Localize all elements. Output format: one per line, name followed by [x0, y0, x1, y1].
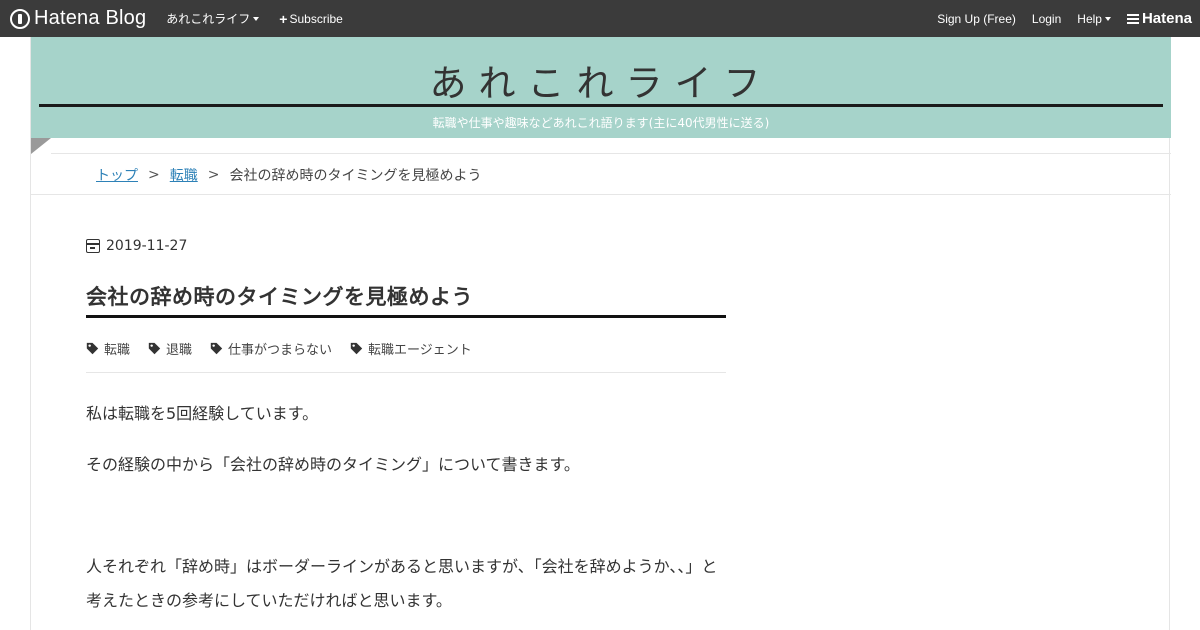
hatena-blog-logo[interactable]: Hatena Blog [10, 0, 146, 37]
category-tag-label: 転職 [104, 342, 131, 358]
header-corner-decoration [31, 138, 51, 154]
entry-date[interactable]: 2019-11-27 [86, 237, 726, 255]
blog-description: 転職や仕事や趣味などあれこれ語ります(主に40代男性に送る) [432, 116, 770, 130]
subscribe-label: Subscribe [289, 11, 343, 26]
hatena-blog-logo-icon [10, 8, 30, 29]
breadcrumb-divider [31, 194, 1171, 195]
subscribe-button[interactable]: + Subscribe [279, 12, 343, 26]
entry-content: 私は転職を5回経験しています。 その経験の中から「会社の辞め時のタイミング」につ… [86, 397, 726, 618]
login-link[interactable]: Login [1032, 12, 1061, 26]
entry-title[interactable]: 会社の辞め時のタイミングを見極めよう [86, 281, 726, 318]
blog-menu-label: あれこれライフ [166, 12, 251, 26]
entry-date-text: 2019-11-27 [106, 238, 188, 254]
article: 2019-11-27 会社の辞め時のタイミングを見極めよう 転職 退職 仕事がつ… [86, 237, 726, 630]
hatena-logo[interactable]: Hatena [1126, 10, 1192, 27]
category-tag[interactable]: 転職 [86, 339, 130, 358]
hatena-logo-text: Hatena [1141, 10, 1192, 27]
entry-categories: 転職 退職 仕事がつまらない 転職エージェント [86, 338, 726, 358]
breadcrumb-separator: > [207, 167, 220, 183]
category-tag-label: 退職 [166, 342, 193, 358]
blog-container: あれこれライフ 転職や仕事や趣味などあれこれ語ります(主に40代男性に送る) ト… [30, 37, 1171, 630]
category-tag-label: 仕事がつまらない [228, 342, 333, 358]
signup-link[interactable]: Sign Up (Free) [937, 12, 1016, 26]
tag-icon [148, 342, 161, 354]
caret-down-icon [1104, 16, 1111, 21]
plus-icon: + [279, 10, 288, 27]
tag-icon [350, 342, 363, 354]
category-tag[interactable]: 仕事がつまらない [210, 339, 332, 358]
blog-menu-dropdown[interactable]: あれこれライフ [166, 10, 260, 27]
category-tag-label: 転職エージェント [368, 342, 472, 358]
signup-label: Sign Up (Free) [937, 11, 1016, 26]
login-label: Login [1031, 11, 1062, 26]
breadcrumb: トップ > 転職 > 会社の辞め時のタイミングを見極めよう [96, 165, 481, 185]
hatena-blog-logo-text: Hatena Blog [34, 7, 147, 29]
help-dropdown[interactable]: Help [1077, 12, 1111, 26]
header-divider [39, 104, 1163, 107]
breadcrumb-category-link[interactable]: 転職 [170, 165, 198, 185]
tag-icon [210, 342, 223, 354]
entry-paragraph: 私は転職を5回経験しています。 [86, 404, 319, 423]
entry-paragraph: その経験の中から「会社の辞め時のタイミング」について書きます。 [86, 455, 580, 474]
global-header-left: Hatena Blog あれこれライフ + Subscribe [0, 0, 343, 37]
caret-down-icon [253, 16, 260, 21]
calendar-icon [86, 239, 100, 253]
blog-header: あれこれライフ 転職や仕事や趣味などあれこれ語ります(主に40代男性に送る) [31, 37, 1171, 138]
tag-icon [86, 342, 99, 354]
global-header-bar: Hatena Blog あれこれライフ + Subscribe Sign Up … [0, 0, 1200, 37]
category-tag[interactable]: 転職エージェント [350, 339, 472, 358]
header-subband [51, 138, 1171, 154]
help-label: Help [1077, 11, 1102, 26]
categories-divider [86, 372, 726, 373]
breadcrumb-top-link[interactable]: トップ [96, 165, 138, 185]
hatena-lines-icon [1126, 12, 1139, 26]
category-tag[interactable]: 退職 [148, 339, 192, 358]
blog-title[interactable]: あれこれライフ [31, 53, 1171, 107]
breadcrumb-current: 会社の辞め時のタイミングを見極めよう [229, 168, 482, 184]
breadcrumb-separator: > [148, 167, 160, 183]
global-header-right: Sign Up (Free) Login Help Hatena [921, 0, 1200, 37]
entry-paragraph: 人それぞれ「辞め時」はボーダーラインがあると思いますが、「会社を辞めようか、、」… [86, 557, 718, 610]
